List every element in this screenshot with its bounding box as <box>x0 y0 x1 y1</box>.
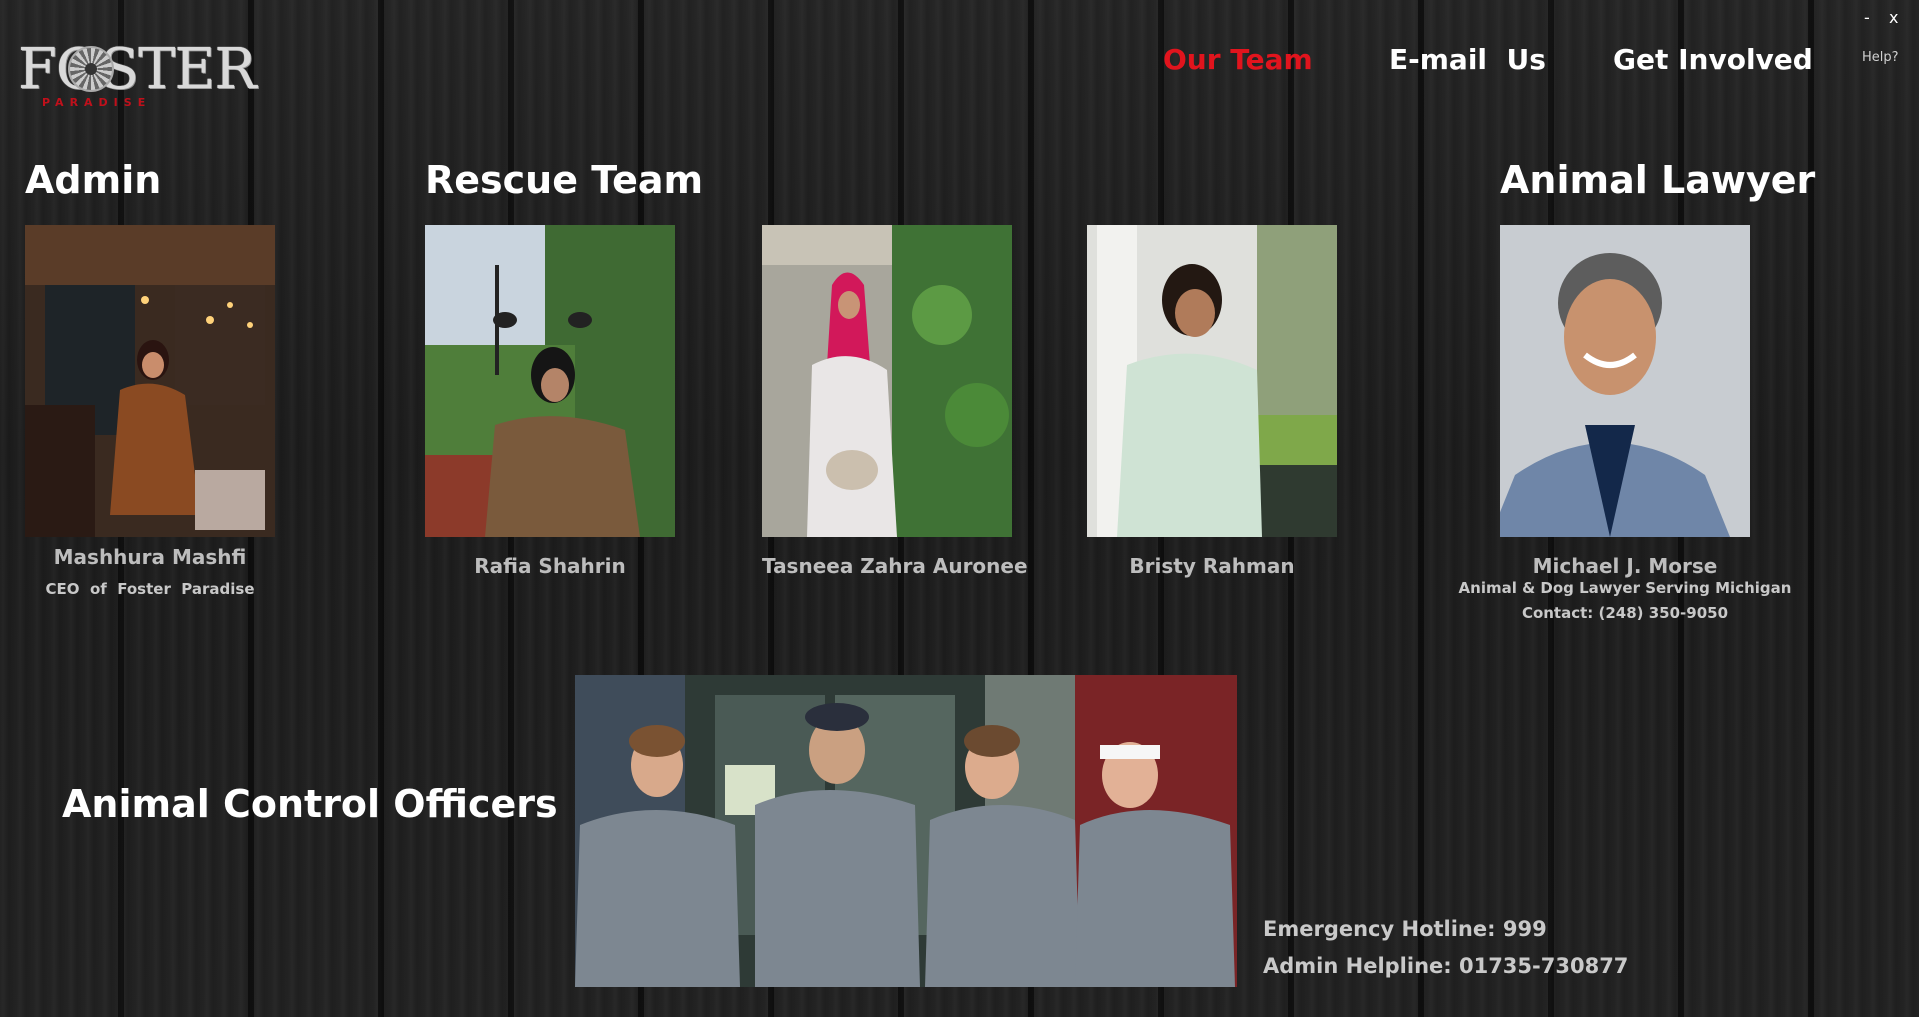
foster-paradise-logo: FOSTER PARADISE <box>18 38 257 110</box>
logo-tagline: PARADISE <box>42 96 152 109</box>
rescue-member-2-photo <box>762 225 1012 537</box>
rescue-member-1-name: Rafia Shahrin <box>474 554 626 578</box>
emergency-hotline: Emergency Hotline: 999 <box>1263 917 1547 941</box>
rescue-member-2-name: Tasneea Zahra Auronee <box>762 554 1028 578</box>
lawyer-photo <box>1500 225 1750 537</box>
admin-heading: Admin <box>25 158 162 202</box>
lawyer-contact: Contact: (248) 350-9050 <box>1521 604 1729 622</box>
animal-lawyer-heading: Animal Lawyer <box>1500 158 1816 202</box>
close-button[interactable]: x <box>1889 8 1898 27</box>
minimize-button[interactable]: - <box>1864 8 1870 27</box>
rescue-member-3-photo <box>1087 225 1337 537</box>
rescue-member-1-photo <box>425 225 675 537</box>
rescue-team-heading: Rescue Team <box>425 158 704 202</box>
admin-name: Mashhura Mashfi <box>53 545 247 569</box>
admin-role: CEO of Foster Paradise <box>45 580 255 598</box>
rescue-member-3-name: Bristy Rahman <box>1129 554 1295 578</box>
nav-our-team[interactable]: Our Team <box>1163 40 1313 80</box>
admin-helpline: Admin Helpline: 01735-730877 <box>1263 954 1629 978</box>
logo-wordmark: FOSTER <box>18 37 257 102</box>
animal-control-officers-photo <box>575 675 1237 987</box>
wheel-icon <box>68 46 114 92</box>
nav-email-us[interactable]: E-mail Us <box>1389 40 1546 80</box>
nav-get-involved[interactable]: Get Involved <box>1613 40 1813 80</box>
lawyer-name: Michael J. Morse <box>1532 554 1718 578</box>
help-link[interactable]: Help? <box>1862 50 1899 65</box>
admin-photo <box>25 225 275 537</box>
lawyer-title: Animal & Dog Lawyer Serving Michigan <box>1458 579 1792 597</box>
animal-control-officers-heading: Animal Control Officers <box>62 782 558 826</box>
